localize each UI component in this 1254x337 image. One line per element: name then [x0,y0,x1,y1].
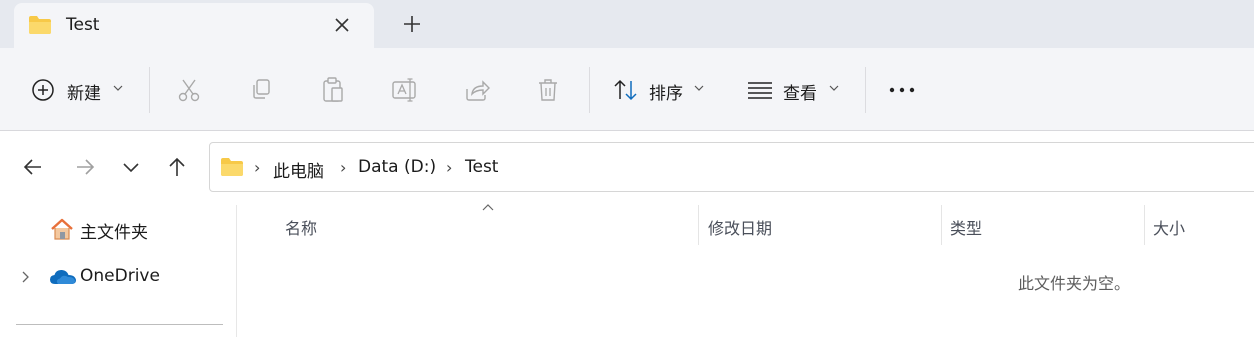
back-arrow-icon[interactable] [21,155,45,179]
plus-icon[interactable] [401,13,423,35]
column-header-name[interactable]: 名称 [285,215,317,239]
view-button-label[interactable]: 查看 [783,79,817,104]
new-button-label[interactable]: 新建 [67,79,101,104]
sort-icon[interactable] [612,77,640,103]
sort-ascending-indicator-icon [482,204,494,211]
breadcrumb-separator-icon[interactable]: › [254,158,260,177]
breadcrumb-item[interactable]: Test [465,157,498,177]
sidebar-item-home[interactable]: 主文件夹 [80,218,148,243]
sort-button-label[interactable]: 排序 [649,79,683,104]
breadcrumb-item[interactable]: Data (D:) [358,157,436,177]
divider [865,67,866,113]
divider [589,67,590,113]
tab-title: Test [66,15,100,35]
recent-locations-chevron-icon[interactable] [119,155,143,179]
column-header-modified[interactable]: 修改日期 [708,215,772,239]
delete-icon[interactable] [536,77,560,103]
chevron-down-icon[interactable] [829,84,839,92]
chevron-down-icon[interactable] [694,84,704,92]
empty-folder-message: 此文件夹为空。 [1018,274,1131,293]
column-header-type[interactable]: 类型 [950,215,982,239]
up-arrow-icon[interactable] [165,155,189,179]
view-icon[interactable] [746,80,774,100]
breadcrumb-item[interactable]: 此电脑 [273,157,324,182]
add-circle-icon[interactable] [31,78,55,102]
home-icon [51,218,73,240]
divider [149,67,150,113]
cloud-icon [50,269,76,284]
column-header-size[interactable]: 大小 [1153,215,1185,239]
copy-icon[interactable] [248,77,274,103]
chevron-right-icon[interactable] [20,269,32,285]
sidebar-item-onedrive[interactable]: OneDrive [80,266,160,286]
folder-icon [221,158,243,176]
folder-icon [29,16,51,34]
cut-icon[interactable] [176,77,202,103]
column-divider[interactable] [941,205,942,245]
close-icon[interactable] [331,14,353,36]
breadcrumb-separator-icon[interactable]: › [340,158,346,177]
forward-arrow-icon[interactable] [73,155,97,179]
breadcrumb-separator-icon[interactable]: › [446,158,452,177]
pane-divider[interactable] [236,205,237,337]
paste-icon[interactable] [320,76,346,104]
share-icon[interactable] [464,77,490,103]
command-bar: 新建 排序 查看 [0,48,1254,131]
sidebar-divider [16,324,223,325]
chevron-down-icon[interactable] [113,84,123,92]
more-icon[interactable] [888,84,916,96]
column-divider[interactable] [698,205,699,245]
column-divider[interactable] [1144,205,1145,245]
rename-icon[interactable] [391,77,419,103]
